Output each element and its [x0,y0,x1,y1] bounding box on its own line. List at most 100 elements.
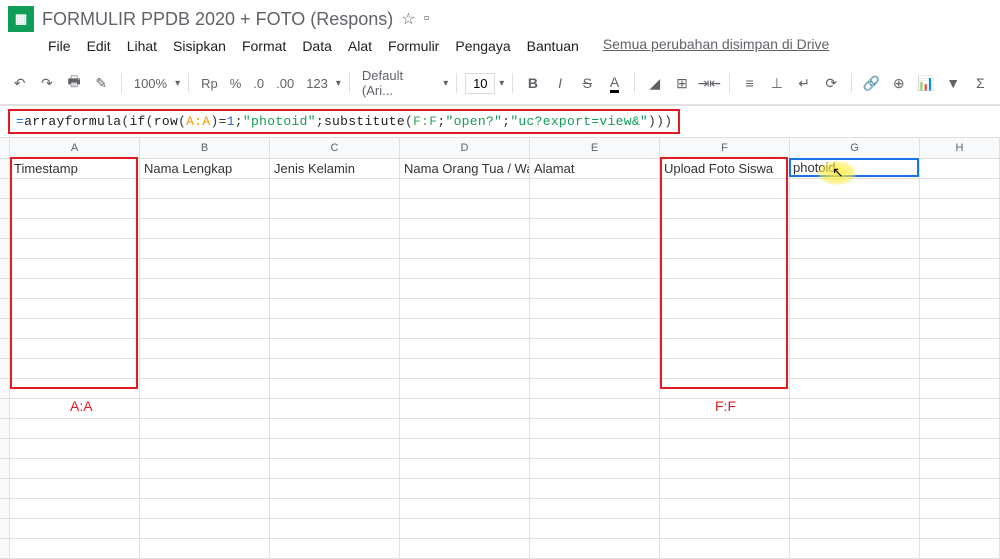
cell-b11[interactable] [140,359,270,378]
rotate-icon[interactable]: ⟳ [820,71,843,95]
print-icon[interactable]: 🖶 [62,71,85,95]
cell-d7[interactable] [400,279,530,298]
cell-h19[interactable] [920,519,1000,538]
cell-g18[interactable] [790,499,920,518]
font-size-input[interactable] [465,73,495,94]
cell-h2[interactable] [920,179,1000,198]
row-num-15[interactable] [0,439,10,458]
row-num-16[interactable] [0,459,10,478]
cell-f5[interactable] [660,239,790,258]
cell-g15[interactable] [790,439,920,458]
cell-h18[interactable] [920,499,1000,518]
cell-d15[interactable] [400,439,530,458]
cell-d19[interactable] [400,519,530,538]
cell-g8[interactable] [790,299,920,318]
cell-b3[interactable] [140,199,270,218]
menu-insert[interactable]: Sisipkan [167,36,232,56]
cell-g11[interactable] [790,359,920,378]
cell-g17[interactable] [790,479,920,498]
cell-f1[interactable]: Upload Foto Siswa [660,159,790,178]
row-num-11[interactable] [0,359,10,378]
row-num-10[interactable] [0,339,10,358]
cell-a1[interactable]: Timestamp [10,159,140,178]
cell-f15[interactable] [660,439,790,458]
cell-b10[interactable] [140,339,270,358]
cell-c7[interactable] [270,279,400,298]
cell-b20[interactable] [140,539,270,558]
fill-color-icon[interactable]: ◢ [643,71,666,95]
cell-g20[interactable] [790,539,920,558]
wrap-icon[interactable]: ↵ [792,71,815,95]
cell-d14[interactable] [400,419,530,438]
cell-g14[interactable] [790,419,920,438]
cell-c4[interactable] [270,219,400,238]
cell-a7[interactable] [10,279,140,298]
cell-h7[interactable] [920,279,1000,298]
cell-g9[interactable] [790,319,920,338]
cell-d11[interactable] [400,359,530,378]
cell-f19[interactable] [660,519,790,538]
cell-a14[interactable] [10,419,140,438]
cell-b1[interactable]: Nama Lengkap [140,159,270,178]
cell-e10[interactable] [530,339,660,358]
cell-a15[interactable] [10,439,140,458]
cell-h11[interactable] [920,359,1000,378]
h-align-icon[interactable]: ≡ [738,71,761,95]
cell-g6[interactable] [790,259,920,278]
cell-h13[interactable] [920,399,1000,418]
row-num-6[interactable] [0,259,10,278]
col-header-c[interactable]: C [270,138,400,158]
cell-f3[interactable] [660,199,790,218]
cell-e3[interactable] [530,199,660,218]
cell-d16[interactable] [400,459,530,478]
cell-d4[interactable] [400,219,530,238]
menu-format[interactable]: Format [236,36,292,56]
cell-e7[interactable] [530,279,660,298]
row-num-4[interactable] [0,219,10,238]
cell-f12[interactable] [660,379,790,398]
cell-g12[interactable] [790,379,920,398]
cell-c12[interactable] [270,379,400,398]
row-num-20[interactable] [0,539,10,558]
col-header-h[interactable]: H [920,138,1000,158]
cell-b19[interactable] [140,519,270,538]
cell-d20[interactable] [400,539,530,558]
row-num-3[interactable] [0,199,10,218]
row-num-17[interactable] [0,479,10,498]
doc-title[interactable]: FORMULIR PPDB 2020 + FOTO (Respons) [42,9,393,30]
cell-e5[interactable] [530,239,660,258]
cell-h10[interactable] [920,339,1000,358]
cell-c10[interactable] [270,339,400,358]
cell-h9[interactable] [920,319,1000,338]
row-num-9[interactable] [0,319,10,338]
cell-b12[interactable] [140,379,270,398]
cell-h1[interactable] [920,159,1000,178]
comment-icon[interactable]: ⊕ [887,71,910,95]
cell-a5[interactable] [10,239,140,258]
save-status[interactable]: Semua perubahan disimpan di Drive [603,36,829,56]
cell-a2[interactable] [10,179,140,198]
cell-g13[interactable] [790,399,920,418]
formula-content[interactable]: =arrayformula(if(row(A:A)=1;"photoid";su… [8,109,680,134]
cell-a10[interactable] [10,339,140,358]
cell-b4[interactable] [140,219,270,238]
cell-f16[interactable] [660,459,790,478]
cell-h20[interactable] [920,539,1000,558]
row-num-8[interactable] [0,299,10,318]
cell-b5[interactable] [140,239,270,258]
cell-f17[interactable] [660,479,790,498]
menu-help[interactable]: Bantuan [521,36,585,56]
cell-d2[interactable] [400,179,530,198]
cell-b16[interactable] [140,459,270,478]
cell-d18[interactable] [400,499,530,518]
cell-h4[interactable] [920,219,1000,238]
cell-a20[interactable] [10,539,140,558]
cell-a4[interactable] [10,219,140,238]
row-num-2[interactable] [0,179,10,198]
cell-e13[interactable] [530,399,660,418]
cell-e9[interactable] [530,319,660,338]
select-all-corner[interactable] [0,138,10,158]
cell-a18[interactable] [10,499,140,518]
cell-a8[interactable] [10,299,140,318]
sheets-logo-icon[interactable]: ▦ [8,6,34,32]
